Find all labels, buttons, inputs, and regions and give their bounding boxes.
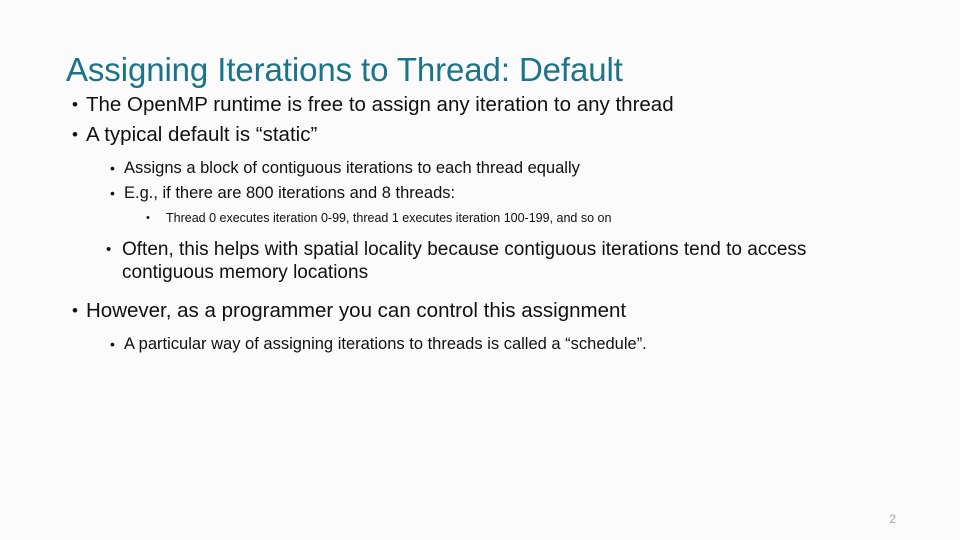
bullet-level2: • Often, this helps with spatial localit… [62,238,852,284]
bullet-marker-icon: • [110,185,115,201]
page-title: Assigning Iterations to Thread: Default [66,51,623,89]
bullet-marker-icon: • [72,301,78,320]
bullet-text: Assigns a block of contiguous iterations… [124,159,580,177]
bullet-marker-icon: • [110,336,115,352]
bullet-marker-icon: • [146,212,150,224]
slide-canvas: Assigning Iterations to Thread: Default … [0,0,960,540]
bullet-text: A particular way of assigning iterations… [124,335,647,353]
bullet-text: Thread 0 executes iteration 0-99, thread… [166,211,612,225]
bullet-level1: • The OpenMP runtime is free to assign a… [62,92,852,117]
bullet-text: A typical default is “static” [86,123,318,146]
bullet-text: The OpenMP runtime is free to assign any… [86,93,674,116]
bullet-level2: • E.g., if there are 800 iterations and … [62,183,852,203]
bullet-level1: • However, as a programmer you can contr… [62,298,852,323]
bullet-level3: • Thread 0 executes iteration 0-99, thre… [62,210,852,227]
bullet-marker-icon: • [106,241,112,258]
bullet-text: However, as a programmer you can control… [86,299,627,322]
page-number: 2 [889,512,896,526]
slide-body-content: • The OpenMP runtime is free to assign a… [62,92,852,354]
bullet-level2: • Assigns a block of contiguous iteratio… [62,158,852,178]
bullet-text: E.g., if there are 800 iterations and 8 … [124,184,456,202]
bullet-level1: • A typical default is “static” [62,122,852,147]
bullet-marker-icon: • [110,160,115,176]
bullet-marker-icon: • [72,125,78,144]
bullet-text: Often, this helps with spatial locality … [122,239,807,283]
bullet-level2: • A particular way of assigning iteratio… [62,334,852,354]
bullet-marker-icon: • [72,95,78,114]
